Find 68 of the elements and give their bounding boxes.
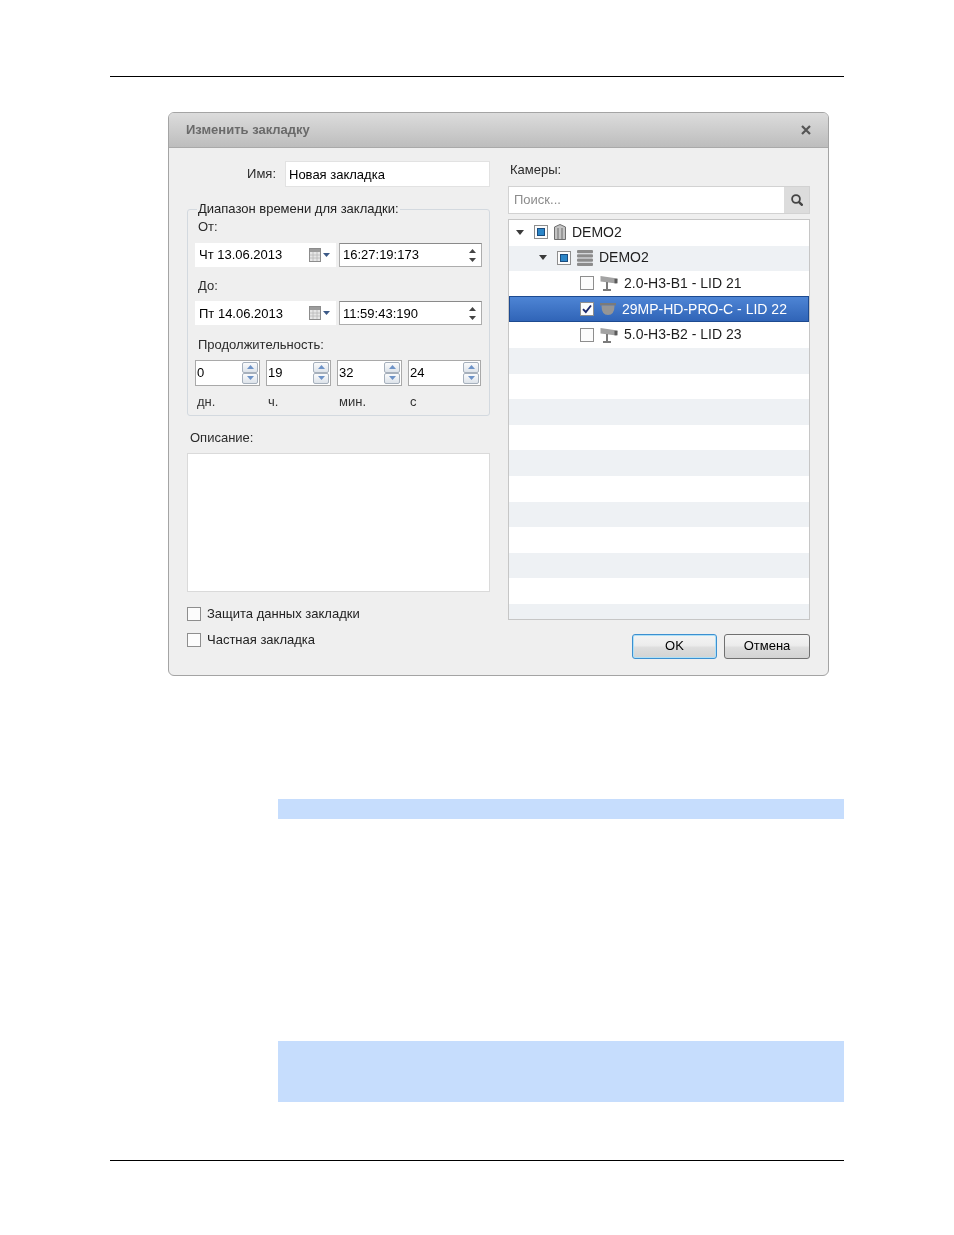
spin-up-button[interactable] — [242, 361, 258, 373]
field-label: Описание: — [190, 429, 254, 446]
spin-down-icon[interactable] — [469, 257, 476, 262]
spin-down-button[interactable] — [313, 372, 329, 384]
spin-up-icon[interactable] — [469, 307, 476, 311]
tree-item[interactable]: DEMO2 — [509, 245, 809, 271]
spin-up-button[interactable] — [463, 361, 479, 373]
tree-item[interactable]: 5.0-H3-B2 - LID 23 — [509, 321, 809, 348]
spin-down-button[interactable] — [384, 372, 400, 384]
field-label: Камеры: — [510, 162, 562, 178]
group-title: Диапазон времени для закладки: — [197, 201, 400, 217]
time-field[interactable]: 16:27:19:173 — [339, 242, 482, 267]
up-arrow-icon — [317, 365, 325, 369]
up-arrow-icon — [246, 365, 254, 369]
spin-down-button[interactable] — [242, 372, 258, 384]
tree-item[interactable]: DEMO2 — [509, 219, 809, 246]
spin-up-button[interactable] — [313, 361, 329, 373]
unit-label: дн. — [197, 393, 216, 409]
down-arrow-icon — [317, 376, 325, 380]
ok-button[interactable]: OK — [632, 633, 717, 659]
field-label: До: — [198, 277, 218, 294]
calendar-button[interactable] — [309, 306, 330, 320]
caret-down-icon[interactable] — [539, 255, 547, 261]
caret-icon — [323, 252, 330, 257]
tree-item[interactable]: 29MP-HD-PRO-C - LID 22 — [509, 296, 809, 322]
description-field[interactable] — [187, 453, 490, 592]
spin-up-icon[interactable] — [469, 248, 476, 253]
down-arrow-icon — [388, 376, 396, 380]
spin-up-button[interactable] — [384, 361, 400, 373]
caret-icon — [323, 311, 330, 315]
checkbox[interactable] — [534, 225, 548, 240]
checkbox[interactable] — [187, 633, 201, 647]
unit-label: с — [410, 393, 417, 409]
calendar-icon — [309, 247, 321, 262]
checkbox-label: Частная закладка — [207, 631, 316, 650]
checkbox[interactable] — [557, 250, 571, 265]
date-field[interactable]: Пт 14.06.2013 — [195, 301, 336, 325]
camera-icon — [600, 326, 618, 343]
unit-label: мин. — [339, 393, 366, 409]
field-label: Имя: — [247, 166, 276, 182]
server-icon — [577, 249, 593, 266]
caret-down-icon[interactable] — [516, 229, 524, 235]
checkbox[interactable] — [580, 276, 594, 291]
checkbox-label: Защита данных закладки — [207, 605, 360, 624]
cabinet-icon — [554, 224, 566, 241]
checkbox[interactable] — [580, 327, 594, 342]
field-label: От: — [198, 219, 218, 235]
cancel-button[interactable]: Отмена — [724, 633, 810, 659]
dome-camera-icon — [600, 303, 616, 316]
checkbox[interactable] — [580, 302, 594, 317]
time-field[interactable]: 11:59:43:190 — [339, 301, 482, 325]
spin-down-icon[interactable] — [469, 316, 476, 320]
tree-item[interactable]: 2.0-H3-B1 - LID 21 — [509, 270, 809, 297]
down-arrow-icon — [246, 376, 254, 380]
dialog-title: Изменить закладку — [186, 121, 310, 140]
calendar-button[interactable] — [309, 247, 330, 262]
up-arrow-icon — [388, 365, 396, 369]
checkbox[interactable] — [187, 607, 201, 621]
unit-label: ч. — [268, 393, 279, 409]
name-field[interactable]: Новая закладка — [285, 161, 490, 187]
spin-down-button[interactable] — [463, 372, 479, 384]
down-arrow-icon — [467, 376, 475, 380]
close-icon[interactable] — [801, 125, 811, 135]
calendar-icon — [309, 306, 321, 320]
camera-icon — [600, 275, 618, 292]
field-label: Продолжительность: — [198, 337, 324, 353]
up-arrow-icon — [467, 365, 475, 369]
date-field[interactable]: Чт 13.06.2013 — [195, 242, 336, 267]
